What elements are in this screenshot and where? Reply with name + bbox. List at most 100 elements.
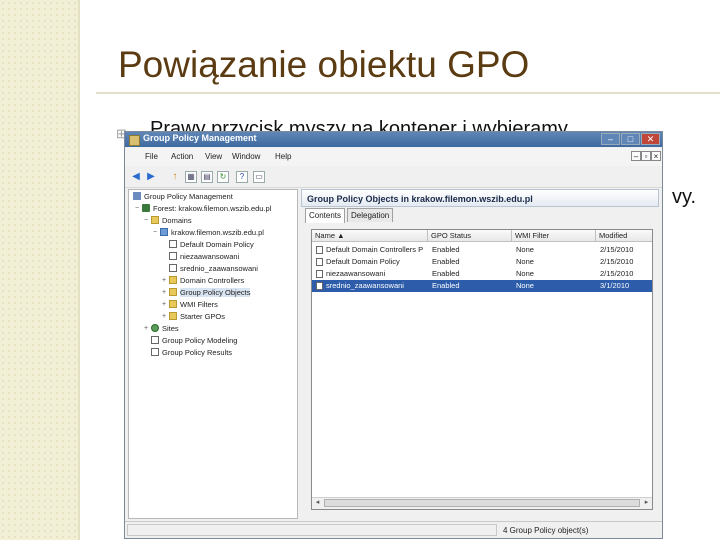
- tree-node[interactable]: Group Policy Modeling: [151, 336, 237, 348]
- gpo-row[interactable]: Default Domain Policy Enabled None 2/15/201…: [312, 256, 652, 268]
- folder-icon: [169, 300, 177, 308]
- tree-expander[interactable]: −: [153, 229, 157, 236]
- gpo-row[interactable]: srednio_zaawansowani Enabled None 3/1/2010: [312, 280, 652, 292]
- bullet-text-tail: vy.: [672, 186, 697, 208]
- tree-node[interactable]: Group Policy Results: [151, 348, 232, 360]
- tree-node[interactable]: srednio_zaawansowani: [169, 264, 258, 276]
- help-icon[interactable]: ?: [236, 171, 248, 183]
- gpo-cell-name: Default Domain Controllers P: [326, 245, 424, 254]
- details-header: Group Policy Objects in krakow.filemon.w…: [301, 189, 659, 207]
- status-text: 4 Group Policy object(s): [503, 526, 589, 535]
- refresh-icon[interactable]: ↻: [217, 171, 229, 183]
- gpo-row[interactable]: niezaawansowani Enabled None 2/15/2010: [312, 268, 652, 280]
- gpo-icon: [316, 258, 323, 266]
- menu-file[interactable]: File: [145, 152, 158, 161]
- gpo-cell-modified: 2/15/2010: [600, 245, 634, 254]
- tree-expander[interactable]: +: [144, 325, 148, 332]
- tree-node[interactable]: krakow.filemon.wszib.edu.pl: [160, 228, 264, 240]
- folder-icon: [151, 216, 159, 224]
- gpo-icon: [316, 270, 323, 278]
- tree-node-label: niezaawansowani: [180, 252, 240, 261]
- script-icon: [169, 240, 177, 248]
- gpo-cell-status: Enabled: [432, 269, 460, 278]
- menu-bar: File Action View Window Help – ▫ ×: [125, 148, 662, 166]
- tree-expander[interactable]: +: [162, 313, 166, 320]
- console-tree: Group Policy Management − Forest: krakow.f…: [128, 189, 298, 519]
- folder-icon: [169, 312, 177, 320]
- tree-node[interactable]: Group Policy Management: [133, 192, 233, 204]
- column-header-modified[interactable]: Modified: [596, 230, 652, 242]
- horizontal-scrollbar[interactable]: ◂ ▸: [312, 497, 652, 509]
- column-header-name[interactable]: Name ▲: [312, 230, 428, 242]
- scroll-thumb[interactable]: [324, 499, 640, 507]
- gpm-app-icon: [129, 135, 140, 146]
- slide-title: Powiązanie obiektu GPO: [118, 44, 530, 85]
- tree-expander[interactable]: +: [162, 289, 166, 296]
- script-icon: [151, 336, 159, 344]
- mdi-close-button[interactable]: ×: [651, 151, 661, 161]
- window-titlebar[interactable]: Group Policy Management – □ ✕: [125, 132, 662, 147]
- forward-icon[interactable]: ▶: [145, 171, 157, 183]
- title-divider: [96, 92, 720, 94]
- tree-node[interactable]: Group Policy Objects: [169, 288, 251, 300]
- maximize-button[interactable]: □: [621, 133, 640, 145]
- up-folder-icon[interactable]: ↑: [169, 171, 181, 183]
- scroll-left-icon[interactable]: ◂: [312, 498, 323, 508]
- folder-icon: [169, 288, 177, 296]
- gpm-window: Group Policy Management – □ ✕ File Actio…: [124, 131, 663, 539]
- tree-node-label: Forest: krakow.filemon.wszib.edu.pl: [153, 204, 272, 213]
- gpo-cell-name: Default Domain Policy: [326, 257, 400, 266]
- back-icon[interactable]: ◀: [130, 171, 142, 183]
- tree-node-label: Group Policy Management: [144, 192, 233, 201]
- tree-node[interactable]: Domain Controllers: [169, 276, 244, 288]
- gpm-icon: [133, 192, 141, 200]
- properties-icon[interactable]: ▤: [201, 171, 213, 183]
- domain-icon: [160, 228, 168, 236]
- tree-node-label: Domains: [162, 216, 192, 225]
- status-pane-left: [127, 524, 497, 536]
- menu-action[interactable]: Action: [171, 152, 193, 161]
- tile-icon[interactable]: ▦: [185, 171, 197, 183]
- tree-node[interactable]: Default Domain Policy: [169, 240, 254, 252]
- tree-expander[interactable]: +: [162, 277, 166, 284]
- menu-view[interactable]: View: [205, 152, 222, 161]
- tree-node-label: Starter GPOs: [180, 312, 226, 321]
- tree-node[interactable]: Starter GPOs: [169, 312, 225, 324]
- tree-node[interactable]: Domains: [151, 216, 192, 228]
- tree-expander[interactable]: −: [144, 217, 148, 224]
- gpo-cell-name: niezaawansowani: [326, 269, 386, 278]
- mdi-restore-button[interactable]: ▫: [641, 151, 651, 161]
- view-icon[interactable]: ▭: [253, 171, 265, 183]
- tab-contents[interactable]: Contents: [305, 208, 346, 223]
- folder-icon: [169, 276, 177, 284]
- tree-node[interactable]: WMI Filters: [169, 300, 218, 312]
- menu-window[interactable]: Window: [232, 152, 260, 161]
- tree-expander[interactable]: −: [135, 205, 139, 212]
- script-icon: [169, 264, 177, 272]
- tree-node[interactable]: Sites: [151, 324, 179, 336]
- minimize-button[interactable]: –: [601, 133, 620, 145]
- gpo-cell-modified: 2/15/2010: [600, 269, 634, 278]
- status-bar: 4 Group Policy object(s): [125, 521, 662, 538]
- gpo-cell-status: Enabled: [432, 245, 460, 254]
- gpo-row[interactable]: Default Domain Controllers P Enabled None 2…: [312, 244, 652, 256]
- gpo-icon: [316, 282, 323, 290]
- tree-node[interactable]: Forest: krakow.filemon.wszib.edu.pl: [142, 204, 271, 216]
- tree-node-label: WMI Filters: [180, 300, 218, 309]
- menu-help[interactable]: Help: [275, 152, 291, 161]
- tree-expander[interactable]: +: [162, 301, 166, 308]
- gpo-cell-wmi: None: [516, 257, 534, 266]
- column-header-wmi-filter[interactable]: WMI Filter: [512, 230, 596, 242]
- tab-delegation[interactable]: Delegation: [347, 208, 394, 222]
- scroll-right-icon[interactable]: ▸: [641, 498, 652, 508]
- strip-edge: [78, 0, 80, 540]
- tree-node[interactable]: niezaawansowani: [169, 252, 239, 264]
- column-header-gpo-status[interactable]: GPO Status: [428, 230, 512, 242]
- mdi-minimize-button[interactable]: –: [631, 151, 641, 161]
- tree-node-label: Default Domain Policy: [180, 240, 254, 249]
- gpo-list: Name ▲ GPO Status WMI Filter Modified De…: [311, 229, 653, 510]
- close-button[interactable]: ✕: [641, 133, 660, 145]
- gpo-icon: [316, 246, 323, 254]
- gpo-cell-status: Enabled: [432, 257, 460, 266]
- tree-node-label: Domain Controllers: [180, 276, 245, 285]
